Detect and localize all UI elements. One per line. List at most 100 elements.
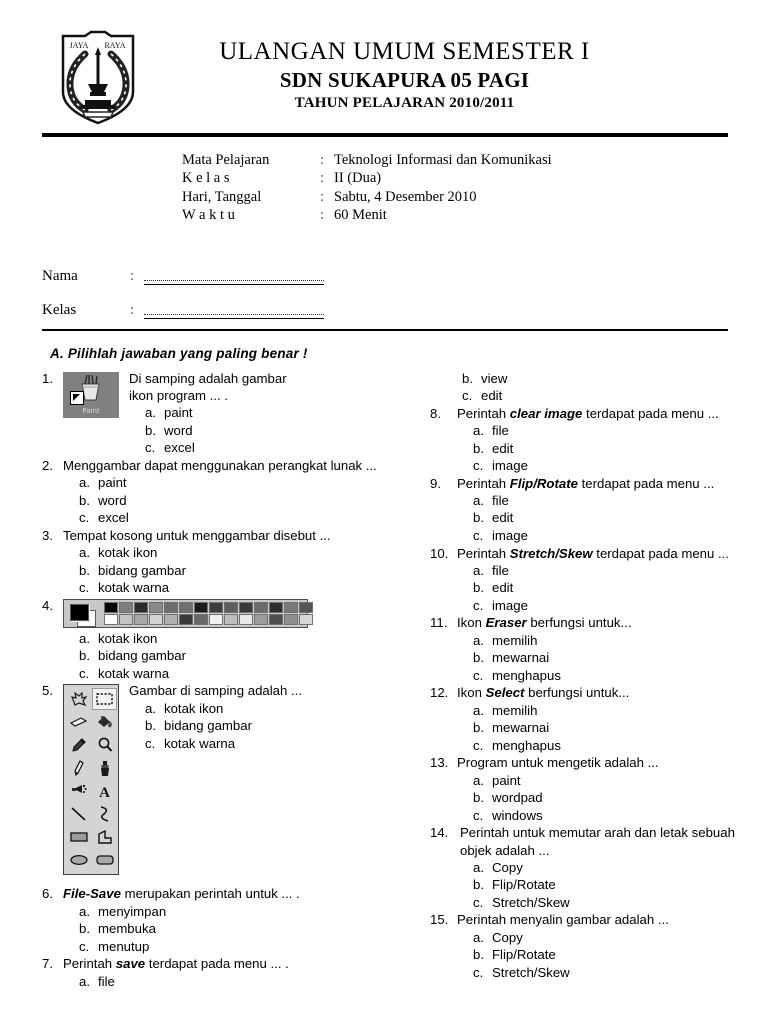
option-c[interactable]: c. menutup: [63, 938, 408, 956]
option-c[interactable]: c. kotak warna: [63, 665, 408, 683]
class-input[interactable]: [144, 305, 324, 319]
color-swatch[interactable]: [284, 613, 298, 625]
text-tool-icon[interactable]: A: [92, 780, 117, 802]
option-a[interactable]: a. kotak ikon: [63, 544, 408, 562]
option-b[interactable]: b. mewarnai: [457, 719, 740, 737]
option-a[interactable]: a. file: [457, 562, 740, 580]
color-swatch[interactable]: [269, 601, 283, 613]
option-a[interactable]: a. paint: [63, 474, 408, 492]
color-swatch[interactable]: [104, 613, 118, 625]
option-a[interactable]: a. kotak ikon: [63, 630, 408, 648]
color-swatch[interactable]: [239, 613, 253, 625]
color-swatch[interactable]: [179, 613, 193, 625]
option-a[interactable]: a. Copy: [457, 859, 740, 877]
option-b[interactable]: b. Flip/Rotate: [457, 946, 740, 964]
free-form-select-icon[interactable]: [66, 688, 91, 710]
color-swatch[interactable]: [104, 601, 118, 613]
option-a[interactable]: a. paint: [129, 404, 408, 422]
name-input[interactable]: [144, 271, 324, 285]
polygon-icon[interactable]: [92, 826, 117, 848]
option-key: a.: [79, 903, 90, 919]
option-c[interactable]: c. kotak warna: [63, 579, 408, 597]
color-swatch[interactable]: [134, 613, 148, 625]
color-swatch[interactable]: [284, 601, 298, 613]
color-swatch[interactable]: [254, 613, 268, 625]
color-swatch[interactable]: [164, 601, 178, 613]
option-b[interactable]: b. edit: [457, 440, 740, 458]
option-a[interactable]: a. memilih: [457, 702, 740, 720]
option-c[interactable]: c. image: [457, 457, 740, 475]
option-a[interactable]: a. memilih: [457, 632, 740, 650]
question-number: 10.: [430, 545, 449, 561]
option-a[interactable]: a. paint: [457, 772, 740, 790]
option-key: c.: [462, 388, 473, 404]
color-swatch[interactable]: [224, 613, 238, 625]
option-b[interactable]: b. word: [129, 422, 408, 440]
pencil-icon[interactable]: [66, 757, 91, 779]
option-key: c.: [145, 440, 156, 456]
option-c[interactable]: c. image: [457, 527, 740, 545]
line-icon[interactable]: [66, 803, 91, 825]
fill-with-color-icon[interactable]: [92, 711, 117, 733]
option-b[interactable]: b. mewarnai: [457, 649, 740, 667]
color-swatch[interactable]: [149, 601, 163, 613]
airbrush-icon[interactable]: [66, 780, 91, 802]
color-swatch[interactable]: [299, 613, 313, 625]
option-value: kotak ikon: [98, 545, 158, 561]
option-c[interactable]: c. excel: [63, 509, 408, 527]
curve-icon[interactable]: [92, 803, 117, 825]
color-swatch[interactable]: [239, 601, 253, 613]
option-a[interactable]: a. file: [457, 422, 740, 440]
option-c[interactable]: c. Stretch/Skew: [457, 964, 740, 982]
color-swatch[interactable]: [269, 613, 283, 625]
option-a[interactable]: a. file: [63, 973, 408, 991]
color-swatch[interactable]: [194, 601, 208, 613]
option-c[interactable]: c. edit: [462, 387, 740, 405]
color-swatch[interactable]: [179, 601, 193, 613]
option-b[interactable]: b. bidang gambar: [129, 717, 408, 735]
color-swatch[interactable]: [134, 601, 148, 613]
question-2: 2. Menggambar dapat menggunakan perangka…: [40, 457, 408, 527]
option-b[interactable]: b. bidang gambar: [63, 562, 408, 580]
color-swatch[interactable]: [194, 613, 208, 625]
option-b[interactable]: b. view: [462, 370, 740, 388]
option-c[interactable]: c. image: [457, 597, 740, 615]
option-c[interactable]: c. Stretch/Skew: [457, 894, 740, 912]
magnifier-icon[interactable]: [92, 734, 117, 756]
color-swatch[interactable]: [164, 613, 178, 625]
option-c[interactable]: c. menghapus: [457, 737, 740, 755]
color-swatch[interactable]: [209, 601, 223, 613]
brush-icon[interactable]: [92, 757, 117, 779]
color-swatch[interactable]: [299, 601, 313, 613]
option-b[interactable]: b. wordpad: [457, 789, 740, 807]
option-c[interactable]: c. menghapus: [457, 667, 740, 685]
option-value: Flip/Rotate: [492, 947, 556, 963]
option-b[interactable]: b. edit: [457, 579, 740, 597]
eraser-icon[interactable]: [66, 711, 91, 733]
option-a[interactable]: a. file: [457, 492, 740, 510]
option-a[interactable]: a. menyimpan: [63, 903, 408, 921]
info-row-date: Hari, Tanggal : Sabtu, 4 Desember 2010: [182, 188, 768, 206]
option-a[interactable]: a. kotak ikon: [129, 700, 408, 718]
option-b[interactable]: b. Flip/Rotate: [457, 876, 740, 894]
option-b[interactable]: b. membuka: [63, 920, 408, 938]
option-b[interactable]: b. word: [63, 492, 408, 510]
color-swatch[interactable]: [119, 613, 133, 625]
option-c[interactable]: c. excel: [129, 439, 408, 457]
rounded-rectangle-icon[interactable]: [92, 849, 117, 871]
option-b[interactable]: b. bidang gambar: [63, 647, 408, 665]
svg-text:RAYA: RAYA: [104, 41, 125, 50]
rectangle-icon[interactable]: [66, 826, 91, 848]
option-c[interactable]: c. kotak warna: [129, 735, 408, 753]
rectangular-select-icon[interactable]: [92, 688, 117, 711]
option-a[interactable]: a. Copy: [457, 929, 740, 947]
option-b[interactable]: b. edit: [457, 509, 740, 527]
color-swatch[interactable]: [209, 613, 223, 625]
pick-color-icon[interactable]: [66, 734, 91, 756]
color-swatch[interactable]: [149, 613, 163, 625]
color-swatch[interactable]: [254, 601, 268, 613]
option-c[interactable]: c. windows: [457, 807, 740, 825]
color-swatch[interactable]: [119, 601, 133, 613]
color-swatch[interactable]: [224, 601, 238, 613]
ellipse-icon[interactable]: [66, 849, 91, 871]
